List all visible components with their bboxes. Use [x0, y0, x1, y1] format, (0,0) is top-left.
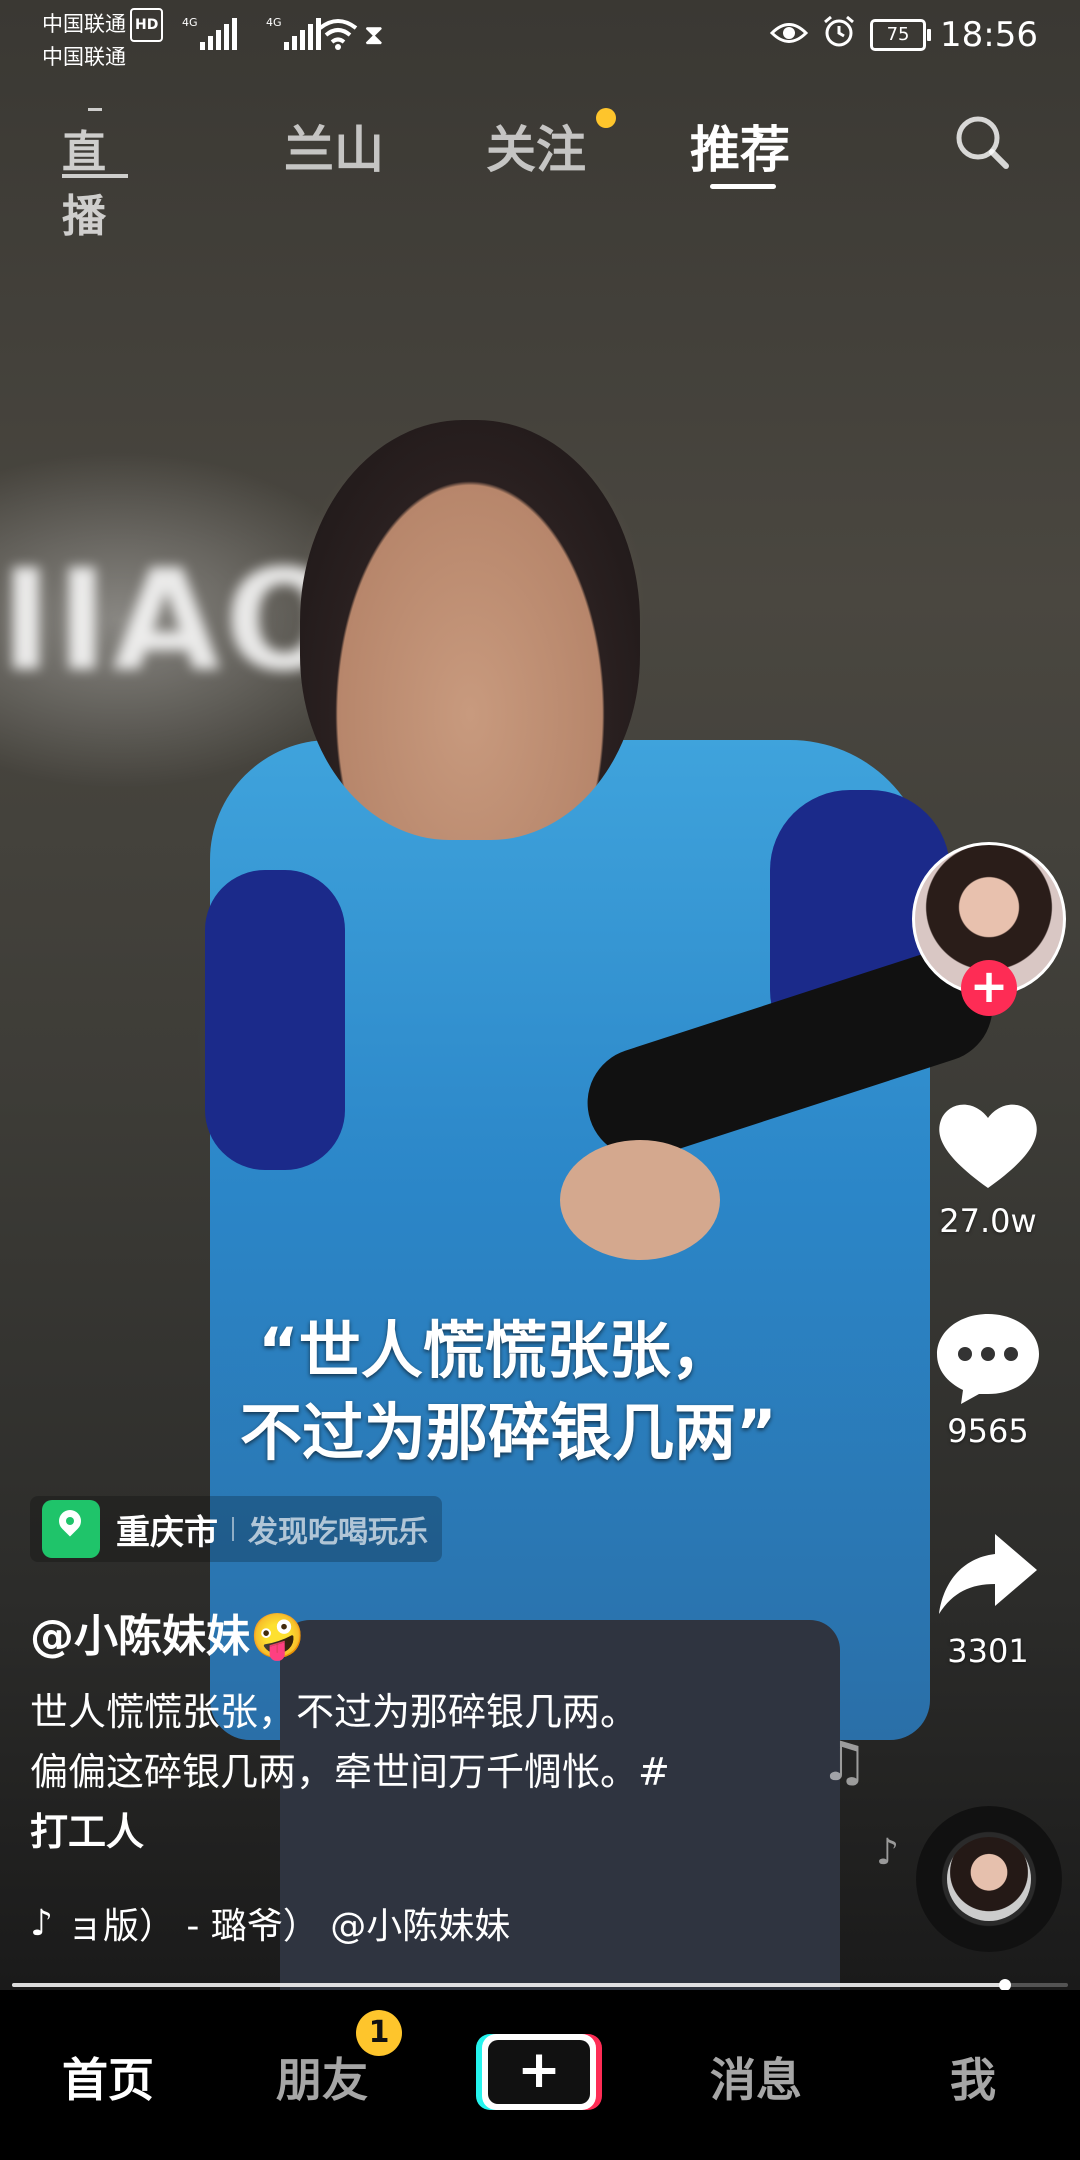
- like-count: 27.0w: [939, 1202, 1037, 1240]
- comment-icon[interactable]: [933, 1306, 1043, 1406]
- app-screen: IIAO “世人慌慌张张， 不过为那碎银几两” 中国联通 HD 中国联通 4G 4…: [0, 0, 1080, 2160]
- live-button[interactable]: 直播: [58, 108, 132, 242]
- clock: 18:56: [940, 15, 1038, 55]
- quote-line: 不过为那碎银几两”: [240, 1396, 777, 1469]
- status-bar: 中国联通 HD 中国联通 4G 4G ⧗ 75 18:56: [0, 0, 1080, 74]
- music-title: ョ版） - 璐爷） @小陈妹妹: [66, 1906, 511, 1947]
- author-avatar-button[interactable]: +: [912, 842, 1066, 1016]
- author-name[interactable]: @小陈妹妹🤪: [30, 1600, 305, 1664]
- quote-line: “世人慌慌张张，: [258, 1314, 733, 1387]
- network-type: 4G: [266, 16, 282, 29]
- music-disc-button[interactable]: [916, 1806, 1062, 1952]
- music-note-icon: ♪: [876, 1832, 899, 1873]
- carrier-name: 中国联通: [42, 45, 126, 69]
- tiktok-note-icon: ♪: [30, 1902, 53, 1944]
- music-note-icon: ♫: [820, 1730, 869, 1793]
- friends-badge: 1: [356, 2010, 402, 2056]
- status-right: 75 18:56: [769, 14, 1038, 56]
- hashtag-link[interactable]: 打工人: [30, 1802, 790, 1862]
- location-pin-icon: [42, 1500, 100, 1558]
- video-caption-quote: “世人慌慌张张， 不过为那碎银几两”: [240, 1310, 777, 1474]
- post-description[interactable]: 世人慌慌张张，不过为那碎银几两。 偏偏这碎银几两，牵世间万千惆怅。# 打工人: [30, 1682, 790, 1862]
- heart-icon[interactable]: [933, 1096, 1043, 1196]
- nav-friends[interactable]: 朋友: [276, 2044, 368, 2110]
- divider: [232, 1517, 234, 1541]
- hourglass-icon: ⧗: [364, 18, 384, 51]
- location-category: 发现吃喝玩乐: [248, 1515, 428, 1550]
- like-button[interactable]: 27.0w: [918, 1096, 1058, 1240]
- location-tag[interactable]: 重庆市 发现吃喝玩乐: [30, 1496, 442, 1562]
- bottom-nav: 首页 朋友 1 + 消息 我: [0, 1990, 1080, 2160]
- share-icon[interactable]: [933, 1526, 1043, 1626]
- create-button[interactable]: +: [476, 2034, 602, 2110]
- comment-count: 9565: [947, 1412, 1029, 1450]
- description-line: 偏偏这碎银几两，牵世间万千惆怅。#: [30, 1750, 670, 1794]
- video-person-sleeve: [205, 870, 345, 1170]
- music-cover: [947, 1837, 1031, 1921]
- video-person-head: [300, 420, 640, 840]
- location-city: 重庆市: [116, 1512, 218, 1553]
- following-notification-dot: [596, 108, 616, 128]
- active-tab-indicator: [710, 184, 776, 189]
- wifi-icon: [318, 18, 358, 58]
- search-icon[interactable]: [952, 112, 1012, 172]
- video-progress-bar[interactable]: [12, 1979, 1068, 1991]
- share-button[interactable]: 3301: [918, 1526, 1058, 1670]
- comment-button[interactable]: 9565: [918, 1306, 1058, 1450]
- nav-messages[interactable]: 消息: [710, 2044, 802, 2110]
- video-person-hand: [560, 1140, 720, 1260]
- share-count: 3301: [947, 1632, 1029, 1670]
- tab-following[interactable]: 关注: [486, 110, 586, 182]
- network-type: 4G: [182, 16, 198, 29]
- tab-recommend[interactable]: 推荐: [690, 110, 790, 182]
- eye-icon: [769, 16, 809, 54]
- carrier-info: 中国联通 HD 中国联通: [42, 8, 164, 72]
- follow-plus-button[interactable]: +: [961, 960, 1017, 1016]
- tv-base-icon: [62, 174, 128, 178]
- nav-me[interactable]: 我: [950, 2044, 996, 2110]
- alarm-icon: [822, 14, 856, 56]
- hd-badge: HD: [130, 8, 164, 42]
- video-background-sign: IIAO: [0, 540, 348, 703]
- nav-home[interactable]: 首页: [62, 2044, 154, 2110]
- top-nav: 直播 兰山 关注 推荐: [0, 96, 1080, 242]
- carrier-name: 中国联通: [42, 12, 126, 36]
- description-line: 世人慌慌张张，不过为那碎银几两。: [30, 1690, 639, 1734]
- progress-fill: [12, 1983, 1005, 1987]
- live-label: 直播: [62, 127, 106, 242]
- music-info[interactable]: ♪ ョ版） - 璐爷） @小陈妹妹: [30, 1896, 607, 1950]
- plus-icon: +: [488, 2040, 590, 2104]
- tab-local[interactable]: 兰山: [284, 110, 384, 182]
- battery-icon: 75: [870, 19, 932, 51]
